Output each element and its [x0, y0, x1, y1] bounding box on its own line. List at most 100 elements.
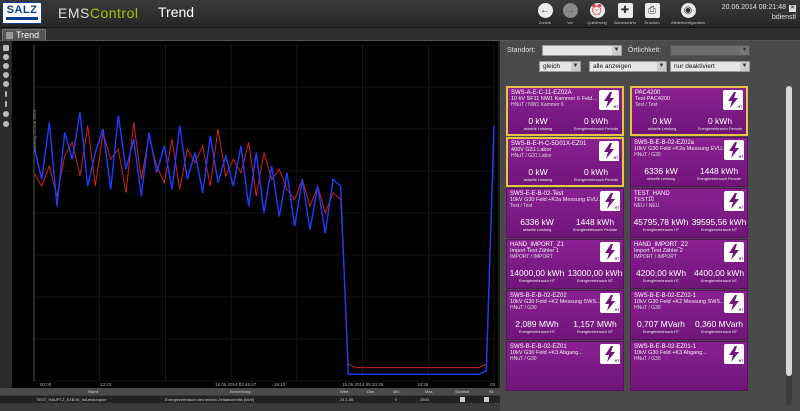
compare-select[interactable]: gleich ▼	[539, 61, 581, 72]
meter-card[interactable]: HAND_IMPORT_Z1 Import Test Zähler 1 IMPORT…	[506, 239, 624, 289]
chevron-down-icon: ▼	[657, 62, 666, 71]
table-header: Name Bemerkung Wert Dim Min. Max. Sichtb…	[0, 388, 500, 395]
col-remark: Bemerkung	[230, 389, 251, 394]
meter-card[interactable]: SWS-B-E-B-02-EZ01-1 10kV G30 Feld +K3 Abg…	[630, 341, 748, 391]
print-button-label: Drucken	[644, 20, 660, 25]
series-line-1	[33, 112, 495, 375]
meter-value-secondary: 1448 kWh	[575, 217, 615, 227]
meter-tariff-badge: HT	[614, 359, 620, 364]
zoom-in-icon[interactable]	[3, 111, 9, 117]
meter-card[interactable]: SWS-B-E-H-C-5G01X-EZ01 400V G31 Labor HNuT…	[506, 137, 624, 187]
logo-underline	[6, 17, 38, 20]
meter-card[interactable]: SWS-B-E-B-02-EZ02a 10kV G30 Feld +K2a Mes…	[630, 137, 748, 187]
chart-toolbar	[0, 41, 12, 393]
meter-card-location: Test / Test	[635, 102, 658, 108]
meter-tariff-badge: HT	[614, 308, 620, 313]
meter-card-location: IMPORT / IMPORT	[510, 254, 553, 260]
datetime-text: 20.06.2014 08:21:48	[721, 4, 786, 11]
meter-tariff-badge: HT	[614, 257, 620, 262]
circle-tool-icon[interactable]	[3, 54, 9, 60]
alarm-screen-button[interactable]: ✚ Alarmschirm	[610, 3, 640, 25]
page-title: Trend	[158, 4, 195, 20]
meter-card[interactable]: SWS-B-E-B-02-EZ01 10kV G30 Feld +K3 Abgan…	[506, 341, 624, 391]
meter-label-primary: aktuelle Leistung	[522, 228, 552, 232]
meter-card-location: NEU / NEU	[634, 203, 660, 209]
save-icon[interactable]	[3, 45, 9, 51]
active-select[interactable]: nur deaktiviert ▼	[670, 61, 750, 72]
trend-chart[interactable]: 00:00 13:23 18.06.2014 02:46:47 16:10 15.06.…	[12, 41, 498, 393]
alarm-screen-button-label: Alarmschirm	[613, 20, 637, 25]
meter-value-secondary: 0 kWh	[583, 167, 609, 177]
x-tick-label: 18.06.2014 02:46:47	[215, 382, 257, 387]
meter-card[interactable]: SWS-B-E-B-02-EZ02-1 10kV G30 Feld +K2 Mes…	[630, 290, 748, 340]
table-row[interactable]: TEST_HAUPTZ_E1B.IN_IstLeistungsnr Energi…	[0, 396, 500, 403]
col-dim: Dim	[367, 389, 375, 394]
alarm-clock-icon: ⏰	[589, 3, 605, 18]
meter-card-location: Test / Test	[510, 203, 533, 209]
meter-value-primary: 0 kW	[528, 116, 548, 126]
x-tick-label: 15.06.2014 05:33:35	[342, 382, 384, 387]
meter-bolt-icon: HT	[600, 242, 620, 262]
forward-button[interactable]: → Vor	[555, 3, 585, 25]
x-tick-label: 13:23	[100, 382, 112, 387]
series-table: Name Bemerkung Wert Dim Min. Max. Sichtb…	[0, 388, 500, 411]
meter-value-primary: 0 kW	[652, 116, 672, 126]
show-select[interactable]: alle anzeigen ▼	[589, 61, 667, 72]
meter-bolt-icon: HT	[600, 293, 620, 313]
meter-card-location: HNuT / G31 Labor	[511, 153, 552, 159]
meter-card-location: HNuT / G30	[510, 305, 537, 311]
meter-config-button[interactable]: ◉ Zählerkonfiguration	[668, 3, 708, 25]
meter-label-secondary: Energieverbrauch NT	[700, 279, 738, 283]
meter-bolt-icon: HT	[600, 191, 620, 211]
acknowledge-button[interactable]: ⏰ Quittierung	[582, 3, 612, 25]
show-select-value: alle anzeigen	[593, 63, 632, 70]
meter-value-primary: 6336 kW	[644, 166, 678, 176]
circle-tool-icon-2[interactable]	[3, 63, 9, 69]
meter-value-secondary: 39595,56 kWh	[691, 217, 747, 227]
tab-trend-label: Trend	[16, 30, 40, 40]
meter-card[interactable]: HAND_IMPORT_Z2 Import Test Zähler 2 IMPORT…	[630, 239, 748, 289]
meter-config-button-label: Zählerkonfiguration	[670, 20, 706, 25]
meter-value-primary: 14000,00 kWh	[509, 268, 565, 278]
meter-card[interactable]: SWS-A-E-C-11-EZ02A 10 kV SF11 NW1 Kammer …	[506, 86, 624, 136]
meter-label-primary: aktuelle Leistung	[646, 177, 676, 181]
zoom-out-icon[interactable]	[3, 121, 9, 127]
meter-label-primary: aktuelle Leistung	[523, 127, 553, 131]
location-select[interactable]: ▼	[542, 45, 622, 56]
place-label: Örtlichkeit:	[628, 47, 662, 54]
meter-tariff-badge: HT	[738, 359, 744, 364]
meter-bolt-icon: HT	[724, 242, 744, 262]
meter-card[interactable]: SWS-B-E-B-02-EZ02 10kV G30 Feld +K2 Messu…	[506, 290, 624, 340]
app-window: SALZ EMSControl Trend ← Zurück → Vor ⏰ Q…	[0, 0, 800, 411]
visible-checkbox[interactable]	[460, 397, 465, 402]
meter-value-primary: 6336 kW	[520, 217, 554, 227]
forward-button-label: Vor	[566, 20, 573, 25]
place-select[interactable]: ▼	[670, 45, 750, 56]
cursor-tool-icon-2[interactable]	[5, 101, 7, 107]
meter-bolt-icon: HT	[599, 141, 619, 161]
current-user: bdienstl	[771, 14, 796, 21]
meter-bolt-icon: HT	[599, 90, 619, 110]
meter-value-secondary: 0,360 MVarh	[694, 319, 744, 329]
meter-card[interactable]: SWS-E-E-B-02-Test 10kV G30 Feld +K2a Mess…	[506, 188, 624, 238]
meter-card-location: HNuT / G30	[634, 356, 661, 362]
cell-max: 2500	[420, 397, 429, 402]
print-button[interactable]: ⎙ Drucken	[637, 3, 667, 25]
x-tick-label: 18:36	[417, 382, 429, 387]
circle-tool-icon-4[interactable]	[3, 81, 9, 87]
circle-tool-icon-3[interactable]	[3, 72, 9, 78]
chevron-down-icon: ▼	[571, 62, 580, 71]
sk-checkbox[interactable]	[484, 397, 489, 402]
cursor-tool-icon[interactable]	[5, 91, 7, 97]
meter-tariff-badge: HT	[738, 206, 744, 211]
meter-card[interactable]: PAC4200 Test-PAC4200 Test / Test HT 0 kW 0 kW…	[630, 86, 748, 136]
tab-trend[interactable]: Trend	[2, 29, 47, 41]
close-icon[interactable]: ✕	[789, 5, 796, 12]
card-scrollbar[interactable]	[786, 86, 792, 406]
meter-bolt-icon: HT	[724, 191, 744, 211]
compare-select-value: gleich	[543, 63, 560, 70]
cell-remark: Energieverbrauch des letzten Zeitabschni…	[165, 397, 255, 402]
scrollbar-thumb[interactable]	[786, 86, 792, 376]
meter-card[interactable]: TEST_HAND TEST10 NEU / NEU HT 45795,78 kWh 39…	[630, 188, 748, 238]
meter-value-primary: 2,089 MWh	[515, 319, 559, 329]
